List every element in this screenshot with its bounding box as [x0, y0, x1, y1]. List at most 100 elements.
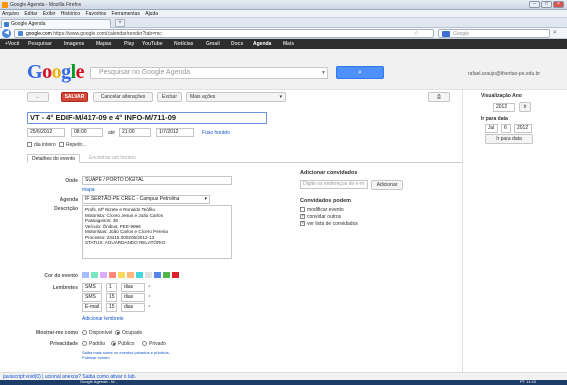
- menu-exibir[interactable]: Exibir: [43, 10, 56, 18]
- gbar-imagens[interactable]: Imagens: [64, 41, 84, 47]
- new-tab-button[interactable]: +: [115, 19, 125, 27]
- all-day-checkbox[interactable]: [27, 142, 32, 147]
- cancel-changes-button[interactable]: Cancelar alterações: [93, 92, 153, 102]
- search-bar[interactable]: Google: [438, 29, 550, 38]
- gbar-agenda[interactable]: Agenda: [253, 41, 271, 47]
- search-button[interactable]: ⌕: [336, 66, 384, 79]
- map-link[interactable]: mapa: [82, 187, 95, 193]
- reminder-value-input[interactable]: 15: [106, 303, 117, 312]
- color-swatch[interactable]: [109, 272, 116, 278]
- tab-event-details[interactable]: Detalhes do evento: [27, 154, 81, 163]
- add-reminder-link[interactable]: Adicionar lembrete: [82, 316, 124, 322]
- calendar-select[interactable]: IF SERTÃO-PE CREC - Campus Petrolina ▾: [82, 195, 210, 204]
- reminder-unit-select[interactable]: dias: [121, 293, 145, 302]
- calendar-header: Google Pesquisar no Google Agenda ▼ ⌕ ra…: [0, 49, 567, 90]
- repeat-checkbox[interactable]: [59, 142, 64, 147]
- gbar-mapas[interactable]: Mapas: [96, 41, 112, 47]
- available-label: Disponível: [89, 330, 113, 336]
- gbar-noticias[interactable]: Notícias: [174, 41, 193, 47]
- tab-find-time[interactable]: Encontrar um horário: [85, 154, 140, 163]
- reminder-value-input[interactable]: 1: [106, 283, 117, 292]
- goto-date-button[interactable]: Ir para data: [485, 134, 533, 144]
- event-toolbar: ← SALVAR Cancelar alterações Excluir Mai…: [0, 90, 460, 105]
- browser-tab[interactable]: Google Agenda: [1, 19, 111, 28]
- where-input[interactable]: SUAPE / PORTO DIGITAL: [82, 176, 232, 185]
- end-date-input[interactable]: 1/7/2012: [156, 128, 194, 137]
- default-radio[interactable]: [82, 341, 87, 346]
- color-swatch[interactable]: [82, 272, 89, 278]
- reminder-value-input[interactable]: 15: [106, 293, 117, 302]
- bookmark-star-icon[interactable]: ☆: [414, 30, 419, 37]
- event-title-input[interactable]: VT - 4° EDIF-M/417-09 e 4° INFO-M/711-09: [27, 112, 267, 124]
- description-textarea[interactable]: Profs. Mª Nizete e Ronaldo Teófilo. Moto…: [82, 205, 232, 259]
- reminder-unit-select[interactable]: dias: [121, 303, 145, 312]
- save-button[interactable]: SALVAR: [61, 92, 88, 102]
- menu-ajuda[interactable]: Ajuda: [145, 10, 158, 18]
- gbar-youtube[interactable]: YouTube: [142, 41, 163, 47]
- color-swatch[interactable]: [118, 272, 125, 278]
- busy-radio[interactable]: [115, 330, 120, 335]
- see-guest-list-checkbox[interactable]: [300, 220, 305, 226]
- menu-historico[interactable]: Histórico: [61, 10, 80, 18]
- remove-reminder-icon[interactable]: ×: [148, 294, 151, 300]
- private-radio[interactable]: [142, 341, 147, 346]
- google-logo[interactable]: Google: [27, 61, 85, 84]
- description-label: Descrição: [54, 206, 78, 212]
- remove-reminder-icon[interactable]: ×: [148, 304, 151, 310]
- menu-arquivo[interactable]: Arquivo: [2, 10, 19, 18]
- maximize-button[interactable]: □: [541, 1, 552, 8]
- color-swatch[interactable]: [127, 272, 134, 278]
- gbar-play[interactable]: Play: [124, 41, 134, 47]
- private-label: Privado: [149, 341, 166, 347]
- color-swatch[interactable]: [172, 272, 179, 278]
- reminder-type-select[interactable]: SMS: [82, 293, 102, 302]
- gbar-voce[interactable]: +Você: [5, 41, 20, 47]
- color-swatch[interactable]: [163, 272, 170, 278]
- gbar-gmail[interactable]: Gmail: [206, 41, 220, 47]
- back-to-calendar-button[interactable]: ←: [27, 92, 49, 102]
- more-actions-dropdown[interactable]: Mais ações ▾: [186, 92, 286, 102]
- color-swatch[interactable]: [145, 272, 152, 278]
- gbar-mais[interactable]: Mais: [283, 41, 294, 47]
- user-account[interactable]: rafael.araujo@ifsertao-pe.edu.br: [468, 71, 540, 77]
- color-swatch[interactable]: [91, 272, 98, 278]
- day-select[interactable]: 6: [501, 124, 511, 133]
- gbar-pesquisar[interactable]: Pesquisar: [28, 41, 52, 47]
- go-button[interactable]: Ir: [519, 102, 531, 112]
- timezone-link[interactable]: Fuso horário: [202, 130, 230, 136]
- menu-ferramentas[interactable]: Ferramentas: [112, 10, 140, 18]
- invite-others-checkbox[interactable]: [300, 213, 305, 219]
- publish-event-link[interactable]: Publicar evento: [82, 355, 110, 360]
- start-date-input[interactable]: 25/6/2012: [27, 128, 65, 137]
- color-swatch[interactable]: [100, 272, 107, 278]
- remove-reminder-icon[interactable]: ×: [148, 284, 151, 290]
- gbar-docs[interactable]: Docs: [231, 41, 243, 47]
- available-radio[interactable]: [82, 330, 87, 335]
- close-button[interactable]: ×: [553, 1, 564, 8]
- modify-event-checkbox[interactable]: [300, 207, 305, 212]
- chevron-down-icon[interactable]: ▼: [321, 70, 326, 76]
- print-button[interactable]: ⎙: [428, 92, 450, 102]
- color-swatch[interactable]: [136, 272, 143, 278]
- reminder-unit-select[interactable]: dias: [121, 283, 145, 292]
- add-guest-button[interactable]: Adicionar: [371, 180, 403, 190]
- color-swatch[interactable]: [154, 272, 161, 278]
- public-radio[interactable]: [111, 341, 116, 346]
- end-time-input[interactable]: 21:00: [119, 128, 151, 137]
- back-button[interactable]: ◀: [2, 29, 11, 38]
- start-time-input[interactable]: 08:00: [71, 128, 103, 137]
- year-select[interactable]: 2012: [514, 124, 532, 133]
- minimize-button[interactable]: –: [529, 1, 540, 8]
- year-input[interactable]: 2012: [493, 103, 515, 112]
- search-icon[interactable]: ⌕: [553, 29, 557, 37]
- delete-button[interactable]: Excluir: [157, 92, 182, 102]
- reminder-type-select[interactable]: E-mail: [82, 303, 102, 312]
- reminder-type-select[interactable]: SMS: [82, 283, 102, 292]
- menu-favoritos[interactable]: Favoritos: [86, 10, 107, 18]
- url-bar[interactable]: google.com https://www.google.com/calend…: [14, 29, 434, 38]
- calendar-search-input[interactable]: Pesquisar no Google Agenda ▼: [90, 67, 328, 79]
- taskbar-window[interactable]: Google Agenda - M...: [80, 379, 118, 384]
- month-select[interactable]: Jul: [485, 124, 498, 133]
- menu-editar[interactable]: Editar: [24, 10, 37, 18]
- guest-email-input[interactable]: Digite os endereços de e-m: [300, 180, 368, 189]
